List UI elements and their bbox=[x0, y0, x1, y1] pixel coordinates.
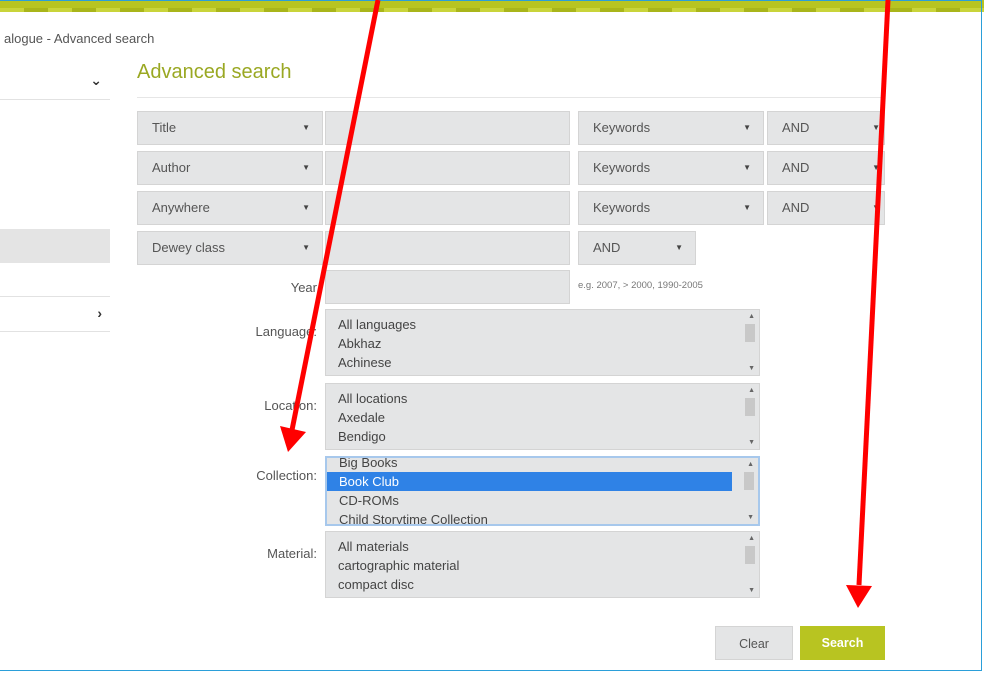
collection-listbox[interactable]: Big Books Book Club CD-ROMs Child Storyt… bbox=[325, 456, 760, 526]
list-item[interactable]: All locations bbox=[326, 389, 759, 408]
list-item[interactable]: CD-ROMs bbox=[327, 491, 758, 510]
field-select-1-value: Title bbox=[152, 120, 177, 135]
scroll-down-icon[interactable]: ▼ bbox=[748, 439, 755, 446]
year-input[interactable] bbox=[325, 270, 570, 304]
dropdown-arrow-icon: ▼ bbox=[743, 123, 751, 132]
match-select-3-value: Keywords bbox=[593, 200, 651, 215]
field-select-2[interactable]: Author ▼ bbox=[137, 151, 323, 185]
material-listbox[interactable]: All materials cartographic material comp… bbox=[325, 531, 760, 598]
scroll-up-icon[interactable]: ▲ bbox=[748, 387, 755, 394]
page-title: Advanced search bbox=[137, 61, 292, 83]
list-item[interactable]: Child Storytime Collection bbox=[327, 510, 758, 524]
scroll-down-icon[interactable]: ▼ bbox=[747, 514, 754, 521]
dropdown-arrow-icon: ▼ bbox=[743, 163, 751, 172]
match-select-1-value: Keywords bbox=[593, 120, 651, 135]
dropdown-arrow-icon: ▼ bbox=[872, 203, 880, 212]
language-label: Language: bbox=[255, 324, 317, 339]
sidebar-item-more[interactable]: › bbox=[0, 296, 110, 332]
search-button[interactable]: Search bbox=[800, 626, 885, 660]
field-select-2-value: Author bbox=[152, 160, 191, 175]
dewey-operator-select-value: AND bbox=[593, 240, 621, 255]
field-select-1[interactable]: Title ▼ bbox=[137, 111, 323, 145]
match-select-2[interactable]: Keywords ▼ bbox=[578, 151, 764, 185]
field-select-3[interactable]: Anywhere ▼ bbox=[137, 191, 323, 225]
dropdown-arrow-icon: ▼ bbox=[872, 163, 880, 172]
listbox-scrollbar[interactable]: ▲ ▼ bbox=[741, 384, 759, 449]
scroll-thumb[interactable] bbox=[745, 324, 755, 342]
list-item[interactable]: All languages bbox=[326, 315, 759, 334]
clear-button[interactable]: Clear bbox=[715, 626, 793, 660]
dewey-operator-select[interactable]: AND ▼ bbox=[578, 231, 696, 265]
dropdown-arrow-icon: ▼ bbox=[872, 123, 880, 132]
operator-select-2[interactable]: AND ▼ bbox=[767, 151, 885, 185]
dewey-class-select[interactable]: Dewey class ▼ bbox=[137, 231, 323, 265]
list-item-selected[interactable]: Book Club bbox=[327, 472, 732, 491]
language-listbox[interactable]: All languages Abkhaz Achinese ▲ ▼ bbox=[325, 309, 760, 376]
listbox-scrollbar[interactable]: ▲ ▼ bbox=[741, 532, 759, 597]
search-term-input-2[interactable] bbox=[325, 151, 570, 185]
list-item[interactable]: compact disc bbox=[326, 575, 759, 594]
sidebar-item-expand[interactable]: ⌄ bbox=[0, 62, 110, 100]
scroll-up-icon[interactable]: ▲ bbox=[748, 535, 755, 542]
year-hint: e.g. 2007, > 2000, 1990-2005 bbox=[578, 280, 703, 291]
dewey-class-select-value: Dewey class bbox=[152, 240, 225, 255]
list-item[interactable]: Axedale bbox=[326, 408, 759, 427]
listbox-scrollbar[interactable]: ▲ ▼ bbox=[740, 458, 758, 524]
operator-select-1-value: AND bbox=[782, 120, 810, 135]
material-label: Material: bbox=[267, 546, 317, 561]
listbox-scrollbar[interactable]: ▲ ▼ bbox=[741, 310, 759, 375]
chevron-down-icon: ⌄ bbox=[90, 72, 102, 88]
dropdown-arrow-icon: ▼ bbox=[302, 203, 310, 212]
list-item[interactable]: Bendigo bbox=[326, 427, 759, 446]
dropdown-arrow-icon: ▼ bbox=[302, 243, 310, 252]
scroll-thumb[interactable] bbox=[744, 472, 754, 490]
operator-select-1[interactable]: AND ▼ bbox=[767, 111, 885, 145]
list-item[interactable]: cartographic material bbox=[326, 556, 759, 575]
scroll-down-icon[interactable]: ▼ bbox=[748, 587, 755, 594]
match-select-2-value: Keywords bbox=[593, 160, 651, 175]
location-label: Location: bbox=[264, 398, 317, 413]
title-divider bbox=[137, 97, 885, 98]
scroll-thumb[interactable] bbox=[745, 398, 755, 416]
search-term-input-3[interactable] bbox=[325, 191, 570, 225]
operator-select-3[interactable]: AND ▼ bbox=[767, 191, 885, 225]
dropdown-arrow-icon: ▼ bbox=[302, 123, 310, 132]
scroll-up-icon[interactable]: ▲ bbox=[747, 461, 754, 468]
dropdown-arrow-icon: ▼ bbox=[675, 243, 683, 252]
dropdown-arrow-icon: ▼ bbox=[743, 203, 751, 212]
operator-select-2-value: AND bbox=[782, 160, 810, 175]
match-select-1[interactable]: Keywords ▼ bbox=[578, 111, 764, 145]
breadcrumb: alogue - Advanced search bbox=[4, 31, 155, 46]
location-listbox[interactable]: All locations Axedale Bendigo ▲ ▼ bbox=[325, 383, 760, 450]
sidebar-item-active[interactable] bbox=[0, 229, 110, 263]
scroll-thumb[interactable] bbox=[745, 546, 755, 564]
collection-label: Collection: bbox=[256, 468, 317, 483]
list-item[interactable]: Big Books bbox=[327, 458, 758, 472]
field-select-3-value: Anywhere bbox=[152, 200, 210, 215]
list-item[interactable]: All materials bbox=[326, 537, 759, 556]
scroll-down-icon[interactable]: ▼ bbox=[748, 365, 755, 372]
search-term-input-1[interactable] bbox=[325, 111, 570, 145]
match-select-3[interactable]: Keywords ▼ bbox=[578, 191, 764, 225]
dewey-class-input[interactable] bbox=[325, 231, 570, 265]
dropdown-arrow-icon: ▼ bbox=[302, 163, 310, 172]
scroll-up-icon[interactable]: ▲ bbox=[748, 313, 755, 320]
chevron-right-icon: › bbox=[97, 305, 102, 321]
year-label: Year bbox=[290, 280, 317, 295]
list-item[interactable]: Abkhaz bbox=[326, 334, 759, 353]
operator-select-3-value: AND bbox=[782, 200, 810, 215]
list-item[interactable]: Achinese bbox=[326, 353, 759, 372]
